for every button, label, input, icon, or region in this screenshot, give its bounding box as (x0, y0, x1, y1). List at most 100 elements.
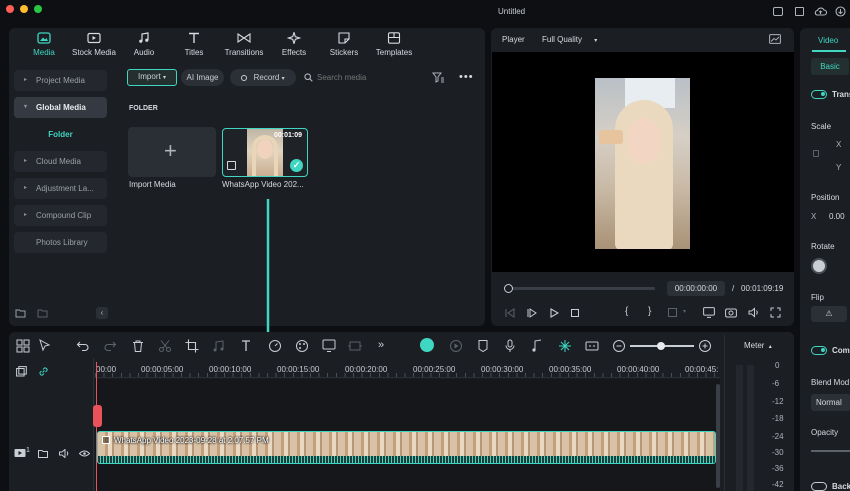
import-button[interactable]: Import ▾ (127, 69, 177, 86)
minimize-window-button[interactable] (20, 5, 28, 13)
flip-button[interactable]: ⚠ (811, 306, 847, 322)
eye-visibility-icon[interactable] (79, 450, 90, 457)
mark-in-icon[interactable]: { (625, 306, 628, 317)
sidebar-item-folder[interactable]: Folder (14, 124, 107, 145)
meter-scale-label: -24 (772, 432, 784, 441)
microphone-icon[interactable] (503, 339, 517, 353)
delete-icon[interactable] (131, 339, 145, 353)
display-icon[interactable] (703, 307, 715, 318)
chevron-right-icon: ▸ (24, 158, 28, 164)
playhead-handle[interactable] (93, 405, 102, 427)
folder-track-icon[interactable] (38, 449, 48, 458)
text-tool-icon[interactable] (240, 339, 254, 353)
save-icon[interactable] (795, 7, 804, 16)
meter-scale-label: -18 (772, 414, 784, 423)
shield-marker-icon[interactable] (476, 339, 490, 353)
speed-icon[interactable] (268, 339, 282, 353)
audio-detach-icon[interactable] (212, 339, 226, 353)
zoom-in-icon[interactable] (698, 339, 712, 353)
add-track-icon[interactable] (16, 366, 27, 377)
record-button[interactable]: Record ▾ (230, 69, 296, 86)
filter-icon[interactable] (432, 72, 445, 83)
background-label: Back (832, 482, 850, 491)
fullscreen-icon[interactable] (770, 307, 781, 318)
meter-scale-label: 0 (775, 361, 780, 370)
cloud-upload-icon[interactable] (814, 6, 827, 17)
render-preview-icon[interactable] (668, 308, 677, 317)
more-options-icon[interactable]: ••• (459, 71, 474, 83)
camera-icon[interactable] (725, 307, 737, 318)
scissors-icon[interactable] (158, 339, 172, 353)
ruler-tick-label: 00:00:10:00 (209, 365, 252, 374)
undo-icon[interactable] (76, 339, 90, 353)
more-tools-icon[interactable]: » (378, 339, 384, 351)
media-clip-thumbnail[interactable]: 00:01:09 ✓ (222, 128, 308, 177)
magnet-snap-icon[interactable] (558, 339, 572, 353)
timeline-vertical-scrollbar[interactable] (716, 384, 720, 488)
player-progress-bar[interactable] (504, 284, 655, 293)
chevron-up-icon: ▴ (768, 344, 772, 350)
zoom-slider-handle[interactable] (657, 342, 665, 350)
compositing-toggle[interactable] (811, 346, 827, 355)
zoom-out-icon[interactable] (612, 339, 626, 353)
music-track-icon[interactable] (531, 339, 545, 353)
sidebar-item-project-media[interactable]: ▸ Project Media (14, 70, 107, 91)
audio-mute-icon[interactable] (59, 449, 70, 458)
new-folder-icon[interactable] (15, 308, 26, 318)
download-icon[interactable] (835, 6, 846, 17)
tab-video[interactable]: Video (818, 36, 838, 45)
transform-toggle[interactable] (811, 90, 827, 99)
rotate-label: Rotate (811, 242, 835, 251)
compositing-label: Com (832, 346, 850, 355)
play-icon[interactable] (549, 308, 559, 318)
play-frame-icon[interactable] (527, 308, 537, 318)
folder-icon[interactable] (37, 308, 48, 318)
checkmark-icon: ✓ (290, 159, 303, 172)
stop-icon[interactable] (571, 309, 579, 317)
mark-out-icon[interactable]: } (648, 306, 651, 317)
blend-mode-select[interactable]: Normal (811, 394, 850, 411)
layout-grid-icon[interactable] (16, 339, 30, 353)
volume-icon[interactable] (748, 307, 760, 318)
zoom-slider[interactable] (630, 342, 694, 350)
sidebar-item-adjustment-layer[interactable]: ▸ Adjustment La... (14, 178, 107, 199)
sidebar-item-cloud-media[interactable]: ▸ Cloud Media (14, 151, 107, 172)
meter-button[interactable]: Meter ▴ (744, 341, 772, 350)
ai-portrait-icon[interactable] (322, 339, 336, 353)
rotate-dial[interactable] (811, 258, 827, 274)
tab-templates[interactable]: Templates (364, 32, 424, 57)
sidebar-item-label: Global Media (36, 103, 86, 112)
video-preview[interactable] (492, 52, 794, 272)
link-icon[interactable] (38, 366, 49, 377)
progress-handle[interactable] (504, 284, 513, 293)
close-window-button[interactable] (6, 5, 14, 13)
select-pointer-icon[interactable] (38, 339, 52, 353)
quality-select[interactable]: Full Quality ▾ (542, 35, 597, 44)
sidebar-item-global-media[interactable]: ▾ Global Media (14, 97, 107, 118)
tab-media-label: Media (33, 48, 55, 57)
color-palette-icon[interactable] (295, 339, 309, 353)
redo-icon[interactable] (103, 339, 117, 353)
layout-icon[interactable] (773, 7, 783, 16)
crop-icon[interactable] (185, 339, 199, 353)
ai-image-button[interactable]: AI Image (181, 69, 224, 86)
dropdown-icon[interactable]: ▾ (683, 308, 686, 315)
opacity-slider[interactable] (811, 450, 850, 452)
ai-mate-icon[interactable] (420, 338, 434, 352)
collapse-sidebar-button[interactable]: ‹ (96, 307, 108, 319)
keyframe-icon[interactable] (348, 339, 362, 353)
subtab-basic[interactable]: Basic (811, 58, 849, 75)
maximize-window-button[interactable] (34, 5, 42, 13)
scale-x-label: X (836, 140, 842, 149)
sidebar-item-compound-clip[interactable]: ▸ Compound Clip (14, 205, 107, 226)
import-media-tile[interactable]: + (128, 127, 216, 177)
render-play-icon[interactable] (449, 339, 463, 353)
position-x-value[interactable]: 0.00 (829, 212, 845, 221)
scale-link-icon[interactable] (813, 150, 819, 157)
search-input[interactable] (317, 70, 417, 85)
sidebar-item-photos-library[interactable]: Photos Library (14, 232, 107, 253)
background-toggle[interactable] (811, 482, 827, 491)
snapshot-settings-icon[interactable] (769, 34, 781, 44)
skip-back-icon[interactable] (505, 308, 515, 318)
subtitle-icon[interactable] (585, 339, 599, 353)
